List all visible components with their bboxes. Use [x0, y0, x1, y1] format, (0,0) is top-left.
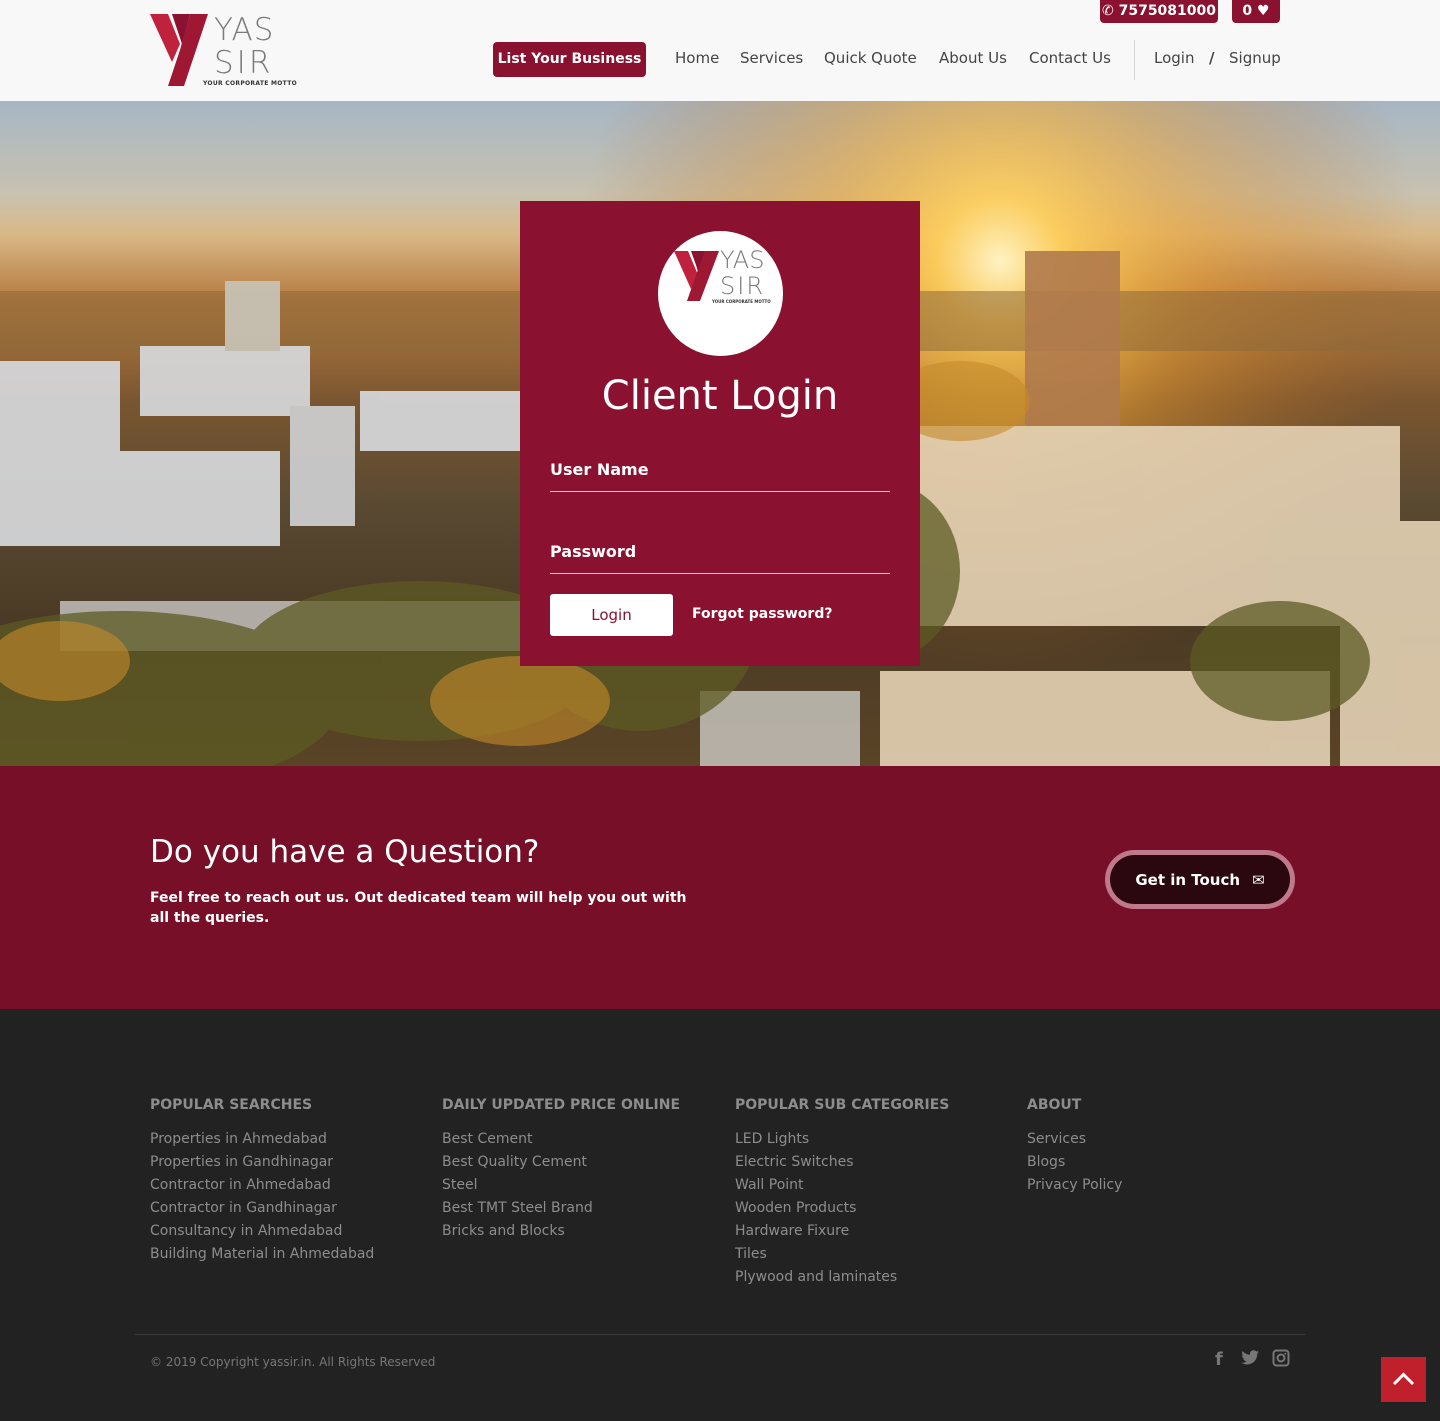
footer-link[interactable]: Best TMT Steel Brand: [442, 1197, 680, 1220]
logo-text-line1: YAS: [214, 12, 275, 48]
footer-link[interactable]: Best Cement: [442, 1128, 680, 1151]
footer-link[interactable]: Privacy Policy: [1027, 1174, 1122, 1197]
footer-link[interactable]: Bricks and Blocks: [442, 1220, 680, 1243]
footer-link[interactable]: Plywood and laminates: [735, 1266, 949, 1289]
footer-link[interactable]: LED Lights: [735, 1128, 949, 1151]
login-title: Client Login: [601, 373, 839, 419]
footer-link[interactable]: Consultancy in Ahmedabad: [150, 1220, 374, 1243]
footer-column-title: POPULAR SUB CATEGORIES: [735, 1097, 950, 1113]
logo-text-line2: SIR: [214, 45, 274, 81]
envelope-icon: ✉: [1252, 870, 1265, 889]
get-in-touch-inner: Get in Touch ✉: [1110, 855, 1290, 904]
phone-number: 7575081000: [1118, 3, 1217, 19]
card-logo-line1: YAS: [720, 246, 765, 274]
footer-column-popular-searches: POPULAR SEARCHES Properties in Ahmedabad…: [150, 1095, 374, 1266]
username-field[interactable]: [550, 462, 890, 492]
footer-link[interactable]: Building Material in Ahmedabad: [150, 1243, 374, 1266]
card-logo-line2: SIR: [720, 272, 765, 300]
nav-quick-quote[interactable]: Quick Quote: [824, 48, 917, 68]
question-text: Feel free to reach out us. Out dedicated…: [150, 890, 687, 926]
footer-link[interactable]: Wooden Products: [735, 1197, 949, 1220]
site-footer: POPULAR SEARCHES Properties in Ahmedabad…: [0, 1009, 1440, 1421]
copyright-text: © 2019 Copyright yassir.in. All Rights R…: [150, 1355, 436, 1369]
list-your-business-button[interactable]: List Your Business: [493, 42, 646, 77]
footer-column-title: DAILY UPDATED PRICE ONLINE: [442, 1097, 681, 1113]
phone-icon: ✆: [1101, 3, 1114, 19]
footer-link[interactable]: Properties in Gandhinagar: [150, 1151, 374, 1174]
card-logo-motto: YOUR CORPORATE MOTTO: [712, 299, 771, 304]
nav-divider: [1134, 40, 1135, 80]
footer-link[interactable]: Services: [1027, 1128, 1122, 1151]
footer-link[interactable]: Hardware Fixure: [735, 1220, 949, 1243]
login-button[interactable]: Login: [550, 594, 673, 636]
nav-services[interactable]: Services: [740, 48, 803, 68]
question-title: Do you have a Question?: [150, 834, 540, 870]
card-logo: YAS SIR YOUR CORPORATE MOTTO: [658, 231, 783, 356]
phone-button[interactable]: ✆ 7575081000: [1100, 0, 1218, 23]
password-field[interactable]: [550, 544, 890, 574]
footer-link[interactable]: Contractor in Gandhinagar: [150, 1197, 374, 1220]
favorites-button[interactable]: 0 ♥: [1232, 0, 1280, 23]
get-in-touch-label: Get in Touch: [1135, 870, 1241, 889]
login-card: YAS SIR YOUR CORPORATE MOTTO Client Logi…: [520, 201, 920, 666]
footer-column-title: ABOUT: [1027, 1097, 1082, 1113]
twitter-icon[interactable]: [1240, 1349, 1260, 1373]
footer-divider: [135, 1334, 1305, 1335]
footer-link[interactable]: Steel: [442, 1174, 680, 1197]
facebook-icon[interactable]: f: [1215, 1349, 1223, 1371]
footer-column-daily-price: DAILY UPDATED PRICE ONLINE Best Cement B…: [442, 1095, 680, 1243]
nav-contact-us[interactable]: Contact Us: [1029, 48, 1111, 68]
chevron-up-icon: [1392, 1372, 1415, 1386]
footer-link[interactable]: Contractor in Ahmedabad: [150, 1174, 374, 1197]
heart-icon: ♥: [1257, 3, 1270, 19]
footer-column-sub-categories: POPULAR SUB CATEGORIES LED Lights Electr…: [735, 1095, 949, 1289]
site-header: YAS SIR YOUR CORPORATE MOTTO ✆ 757508100…: [0, 0, 1440, 101]
footer-link[interactable]: Tiles: [735, 1243, 949, 1266]
footer-link[interactable]: Blogs: [1027, 1151, 1122, 1174]
forgot-password-link[interactable]: Forgot password?: [692, 604, 832, 624]
footer-link[interactable]: Properties in Ahmedabad: [150, 1128, 374, 1151]
back-to-top-button[interactable]: [1381, 1357, 1426, 1402]
brand-logo[interactable]: YAS SIR YOUR CORPORATE MOTTO: [150, 12, 297, 88]
logo-motto: YOUR CORPORATE MOTTO: [203, 80, 298, 87]
nav-home[interactable]: Home: [675, 48, 719, 68]
question-band: Do you have a Question? Feel free to rea…: [0, 766, 1440, 1009]
favorites-count: 0: [1242, 3, 1253, 19]
nav-separator: /: [1209, 49, 1215, 67]
nav-login[interactable]: Login: [1154, 48, 1194, 68]
footer-column-about: ABOUT Services Blogs Privacy Policy: [1027, 1095, 1122, 1197]
footer-link[interactable]: Electric Switches: [735, 1151, 949, 1174]
instagram-icon[interactable]: [1272, 1349, 1290, 1373]
logo-mark-icon: [150, 14, 208, 86]
footer-link[interactable]: Best Quality Cement: [442, 1151, 680, 1174]
nav-about-us[interactable]: About Us: [939, 48, 1007, 68]
nav-signup[interactable]: Signup: [1229, 48, 1281, 68]
get-in-touch-button[interactable]: Get in Touch ✉: [1105, 850, 1295, 909]
footer-link[interactable]: Wall Point: [735, 1174, 949, 1197]
footer-column-title: POPULAR SEARCHES: [150, 1097, 313, 1113]
